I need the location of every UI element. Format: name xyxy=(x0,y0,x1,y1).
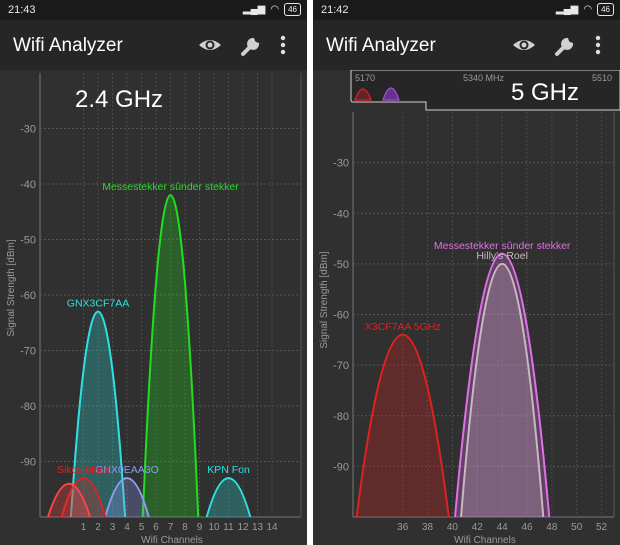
signal-chart-5ghz: Messestekker sûnder stekkerHilly's RoelX… xyxy=(319,70,620,545)
x-tick-label: 36 xyxy=(397,522,409,533)
overview-tick: 5510 xyxy=(592,73,612,83)
x-tick-label: 14 xyxy=(266,522,278,533)
status-bar: 21:43 ▂▄▆ ◠ 46 xyxy=(0,0,307,20)
x-tick-label: 40 xyxy=(447,522,459,533)
signal-curve xyxy=(355,334,450,517)
x-tick-label: 8 xyxy=(182,522,188,533)
y-tick-label: -40 xyxy=(20,179,36,191)
x-tick-label: 10 xyxy=(208,522,220,533)
y-tick-label: -90 xyxy=(20,457,36,469)
series-label: KPN Fon xyxy=(207,464,250,476)
wifi-icon: ◠ xyxy=(270,4,280,15)
series-layer: Messestekker sûnder stekkerHilly's RoelX… xyxy=(355,240,571,517)
signal-chart-2-4ghz: Messestekker sûnder stekkerGNX3CF7AAGNX0… xyxy=(6,73,302,545)
y-tick-label: -50 xyxy=(333,259,349,271)
overflow-menu-icon[interactable] xyxy=(591,32,605,58)
x-tick-label: 48 xyxy=(546,522,558,533)
signal-icon: ▂▄▆ xyxy=(555,4,579,15)
series-label: Messestekker sûnder stekker xyxy=(102,181,239,193)
y-tick-label: -60 xyxy=(333,310,349,322)
battery-icon: 46 xyxy=(284,3,301,16)
series-label: Hilly's Roel xyxy=(476,250,528,262)
y-tick-label: -70 xyxy=(333,360,349,372)
y-tick-label: -30 xyxy=(20,124,36,136)
app-title: Wifi Analyzer xyxy=(13,35,123,56)
y-tick-label: -40 xyxy=(333,208,349,220)
series-layer: Messestekker sûnder stekkerGNX3CF7AAGNX0… xyxy=(46,181,252,517)
x-tick-label: 52 xyxy=(596,522,608,533)
signal-curve xyxy=(460,263,545,517)
overview-tick: 5340 MHz xyxy=(463,73,505,83)
x-tick-label: 44 xyxy=(497,522,509,533)
series-label: Sikos black xyxy=(57,464,111,476)
status-icons: ▂▄▆ ◠ 46 xyxy=(243,3,301,16)
series-label: X3CF7AA 5GHz xyxy=(365,321,441,333)
x-tick-label: 4 xyxy=(124,522,130,533)
x-tick-label: 5 xyxy=(139,522,145,533)
x-axis-label: Wifi Channels xyxy=(141,535,203,545)
y-tick-label: -50 xyxy=(20,235,36,247)
y-axis-label: Signal Strength [dBm] xyxy=(6,239,17,336)
x-tick-label: 50 xyxy=(571,522,583,533)
x-tick-label: 13 xyxy=(252,522,264,533)
y-tick-label: -80 xyxy=(333,411,349,423)
app-title: Wifi Analyzer xyxy=(326,35,436,56)
signal-curve xyxy=(141,194,200,517)
y-tick-label: -90 xyxy=(333,461,349,473)
x-axis-label: Wifi Channels xyxy=(454,535,516,545)
x-tick-label: 6 xyxy=(153,522,159,533)
series-label: GNX3CF7AA xyxy=(67,298,129,310)
x-tick-label: 11 xyxy=(223,522,234,533)
wifi-icon: ◠ xyxy=(583,4,593,15)
x-tick-label: 2 xyxy=(95,522,101,533)
status-icons: ▂▄▆ ◠ 46 xyxy=(556,3,614,16)
y-tick-label: -70 xyxy=(20,346,36,358)
app-bar: Wifi Analyzer xyxy=(0,20,307,70)
status-bar: 21:42 ▂▄▆ ◠ 46 xyxy=(313,0,620,20)
band-label: 2.4 GHz xyxy=(75,86,163,113)
x-tick-label: 46 xyxy=(521,522,533,533)
y-axis-label: Signal Strength [dBm] xyxy=(319,251,330,348)
x-tick-label: 3 xyxy=(110,522,116,533)
eye-icon[interactable] xyxy=(511,32,537,58)
x-tick-label: 38 xyxy=(422,522,434,533)
clock: 21:42 xyxy=(321,4,349,16)
signal-curve xyxy=(205,477,252,517)
screenshot-2-4ghz: 21:43 ▂▄▆ ◠ 46 Wifi Analyzer Messestekke… xyxy=(0,0,307,545)
signal-icon: ▂▄▆ xyxy=(242,4,266,15)
clock: 21:43 xyxy=(8,4,36,16)
x-tick-label: 12 xyxy=(237,522,249,533)
y-tick-label: -80 xyxy=(20,401,36,413)
eye-icon[interactable] xyxy=(197,32,223,58)
band-overview-strip[interactable]: 5170 5340 MHz 5510 xyxy=(350,70,620,111)
x-tick-label: 42 xyxy=(472,522,484,533)
wrench-icon[interactable] xyxy=(553,32,579,58)
overflow-menu-icon[interactable] xyxy=(276,32,290,58)
wrench-icon[interactable] xyxy=(239,32,265,58)
x-tick-label: 1 xyxy=(81,522,87,533)
x-tick-label: 7 xyxy=(168,522,174,533)
battery-icon: 46 xyxy=(597,3,614,16)
overview-tick: 5170 xyxy=(355,73,375,83)
app-bar: Wifi Analyzer xyxy=(313,20,620,70)
y-tick-label: -60 xyxy=(20,290,36,302)
y-tick-label: -30 xyxy=(333,158,349,170)
band-label: 5 GHz xyxy=(511,79,579,106)
screenshot-5ghz: 21:42 ▂▄▆ ◠ 46 Wifi Analyzer Messestekke… xyxy=(313,0,620,545)
x-tick-label: 9 xyxy=(197,522,203,533)
